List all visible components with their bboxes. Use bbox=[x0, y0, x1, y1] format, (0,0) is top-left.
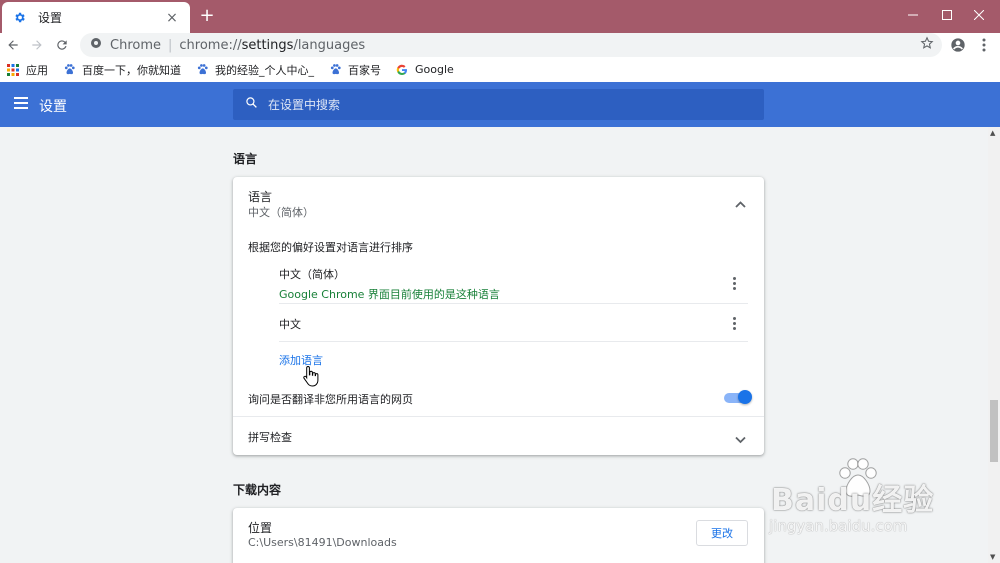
search-placeholder: 在设置中搜索 bbox=[268, 98, 341, 112]
back-arrow-icon[interactable] bbox=[1, 33, 25, 57]
language-item: 中文 bbox=[233, 304, 764, 342]
bookmark-jingyan[interactable]: 我的经验_个人中心_ bbox=[195, 62, 314, 78]
languages-card: 语言 中文（简体） 根据您的偏好设置对语言进行排序 中文（简体） Google … bbox=[233, 177, 764, 455]
scroll-down-arrow-icon[interactable]: ▼ bbox=[990, 553, 995, 561]
settings-content: 语言 语言 中文（简体） 根据您的偏好设置对语言进行排序 中文（简体） Goog… bbox=[0, 127, 988, 563]
search-icon bbox=[245, 96, 258, 113]
page-title: 设置 bbox=[39, 99, 67, 115]
divider bbox=[279, 341, 748, 342]
change-location-button[interactable]: 更改 bbox=[696, 520, 748, 546]
omnibox-site-name: Chrome bbox=[110, 37, 161, 53]
bookmark-baijiahao[interactable]: 百家号 bbox=[328, 62, 381, 78]
title-bar: 设置 × + bbox=[0, 0, 1000, 33]
baidu-paw-icon bbox=[62, 63, 76, 77]
spell-check-row[interactable]: 拼写检查 bbox=[233, 417, 764, 455]
apps-grid-icon bbox=[6, 63, 20, 77]
downloads-card: 位置 C:\Users\81491\Downloads 更改 bbox=[233, 508, 764, 563]
gear-icon bbox=[12, 11, 26, 25]
google-g-icon bbox=[395, 63, 409, 77]
omnibox[interactable]: Chrome | chrome://settings/languages bbox=[80, 33, 942, 57]
new-tab-button[interactable]: + bbox=[197, 6, 217, 26]
current-language: 中文（简体） bbox=[248, 206, 314, 219]
offer-translate-toggle[interactable] bbox=[724, 390, 752, 405]
tab-title: 设置 bbox=[38, 11, 63, 25]
tab-settings[interactable]: 设置 × bbox=[2, 2, 190, 33]
bookmark-baidu[interactable]: 百度一下，你就知道 bbox=[62, 62, 181, 78]
baidu-paw-icon bbox=[328, 63, 342, 77]
hand-cursor-icon bbox=[303, 365, 319, 391]
download-location-path: C:\Users\81491\Downloads bbox=[248, 536, 397, 549]
language-name: 中文 bbox=[279, 318, 301, 331]
spell-check-label: 拼写检查 bbox=[248, 431, 292, 444]
chevron-up-icon[interactable] bbox=[735, 197, 746, 212]
more-vert-icon[interactable] bbox=[972, 33, 996, 57]
close-icon[interactable]: × bbox=[164, 10, 180, 26]
chevron-down-icon[interactable] bbox=[735, 433, 746, 448]
bookmark-google[interactable]: Google bbox=[395, 63, 454, 77]
baidu-paw-icon bbox=[195, 63, 209, 77]
languages-header-row[interactable]: 语言 中文（简体） bbox=[233, 177, 764, 233]
languages-label: 语言 bbox=[248, 190, 273, 204]
section-title-downloads: 下载内容 bbox=[233, 483, 282, 497]
language-ui-note: Google Chrome 界面目前使用的是这种语言 bbox=[279, 288, 500, 301]
scroll-thumb[interactable] bbox=[990, 400, 998, 462]
omnibox-separator: | bbox=[168, 37, 173, 53]
section-title-languages: 语言 bbox=[233, 152, 258, 166]
settings-header: 设置 在设置中搜索 bbox=[0, 82, 1000, 127]
forward-arrow-icon[interactable] bbox=[25, 33, 49, 57]
language-name: 中文（简体） bbox=[279, 268, 345, 281]
language-item: 中文（简体） Google Chrome 界面目前使用的是这种语言 bbox=[233, 263, 764, 303]
more-vert-icon[interactable] bbox=[726, 315, 742, 331]
browser-toolbar: Chrome | chrome://settings/languages bbox=[0, 33, 1000, 57]
chrome-page-icon bbox=[90, 37, 102, 53]
menu-icon[interactable] bbox=[14, 97, 28, 113]
bookmark-apps[interactable]: 应用 bbox=[6, 62, 48, 78]
window-close-icon[interactable] bbox=[956, 0, 1000, 30]
download-location-label: 位置 bbox=[248, 521, 273, 535]
star-icon[interactable] bbox=[920, 36, 934, 54]
scrollbar[interactable]: ▲ ▼ bbox=[988, 127, 1000, 563]
scroll-up-arrow-icon[interactable]: ▲ bbox=[990, 129, 995, 137]
bookmarks-bar: 应用 百度一下，你就知道 我的经验_个人中心_ 百家号 Google bbox=[0, 57, 1000, 82]
reload-icon[interactable] bbox=[50, 33, 74, 57]
profile-icon[interactable] bbox=[946, 33, 970, 57]
more-vert-icon[interactable] bbox=[726, 275, 742, 291]
omnibox-url: chrome://settings/languages bbox=[179, 37, 366, 53]
offer-translate-label: 询问是否翻译非您所用语言的网页 bbox=[248, 393, 413, 406]
settings-search-input[interactable]: 在设置中搜索 bbox=[233, 89, 764, 120]
sort-instruction: 根据您的偏好设置对语言进行排序 bbox=[248, 241, 413, 254]
